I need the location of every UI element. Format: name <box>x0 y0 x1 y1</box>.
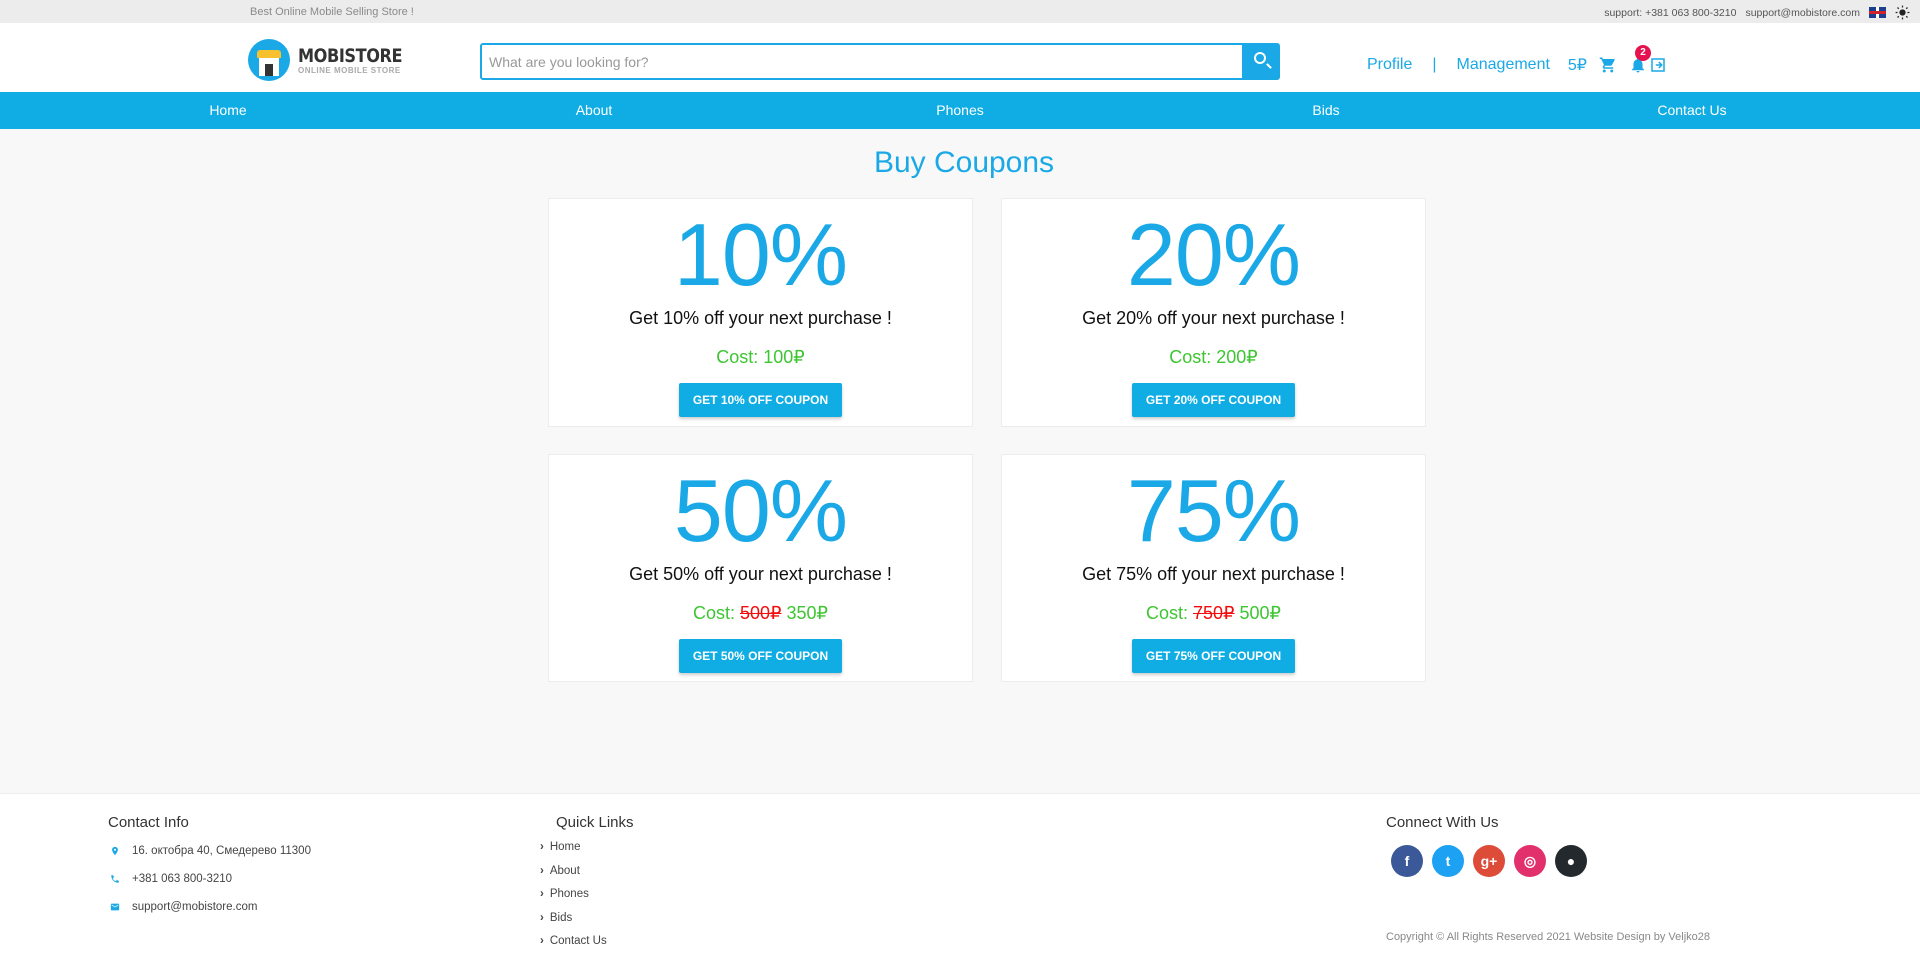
quick-links: Quick Links Home About Phones Bids Conta… <box>550 814 634 954</box>
github-icon[interactable]: ● <box>1555 845 1587 877</box>
coupon-description: Get 10% off your next purchase ! <box>629 308 892 328</box>
nav-contact-us[interactable]: Contact Us <box>1509 92 1875 129</box>
google-plus-icon[interactable]: g+ <box>1473 845 1505 877</box>
main-navbar: Home About Phones Bids Contact Us <box>0 92 1920 129</box>
email-icon <box>110 903 120 911</box>
footer-link-about[interactable]: About <box>540 860 634 884</box>
facebook-icon[interactable]: f <box>1391 845 1423 877</box>
logout-icon[interactable] <box>1649 56 1667 74</box>
coupon-description: Get 50% off your next purchase ! <box>629 564 892 584</box>
coupon-percent: 20% <box>1126 205 1301 304</box>
coupon-cost: Cost: 750₽ 500₽ <box>1145 603 1281 623</box>
notification-bell-icon[interactable]: 2 <box>1629 45 1651 74</box>
footer-link-home[interactable]: Home <box>540 836 634 860</box>
management-link[interactable]: Management <box>1457 56 1550 74</box>
coupon-card: 20% Get 20% off your next purchase ! Cos… <box>1001 198 1426 427</box>
coupon-percent: 50% <box>673 461 848 560</box>
tagline: Best Online Mobile Selling Store ! <box>250 6 414 18</box>
coupon-description: Get 75% off your next purchase ! <box>1082 564 1345 584</box>
coupon-card: 10% Get 10% off your next purchase ! Cos… <box>548 198 973 427</box>
quick-links-title: Quick Links <box>556 814 634 831</box>
footer-link-phones[interactable]: Phones <box>540 883 634 907</box>
twitter-icon[interactable]: t <box>1432 845 1464 877</box>
coupon-card: 75% Get 75% off your next purchase ! Cos… <box>1001 454 1426 682</box>
sun-theme-icon[interactable] <box>1895 5 1910 20</box>
coupon-card: 50% Get 50% off your next purchase ! Cos… <box>548 454 973 682</box>
nav-about[interactable]: About <box>411 92 777 129</box>
address: 16. октобра 40, Смедерево 11300 <box>132 845 311 857</box>
user-nav: Profile | Management 5₽ 2 <box>1367 45 1667 75</box>
coupon-price: 100₽ <box>763 347 805 367</box>
footer-link-bids[interactable]: Bids <box>540 907 634 931</box>
cart-icon[interactable] <box>1599 56 1617 74</box>
phone: +381 063 800-3210 <box>132 873 233 885</box>
logo-subtitle: ONLINE MOBILE STORE <box>298 65 401 75</box>
instagram-icon[interactable]: ◎ <box>1514 845 1546 877</box>
nav-phones[interactable]: Phones <box>777 92 1143 129</box>
coupon-old-price: 500₽ <box>740 603 782 623</box>
search-button[interactable] <box>1244 43 1280 80</box>
coupon-cost: Cost: 100₽ <box>716 347 805 367</box>
store-logo-icon <box>248 39 290 81</box>
balance: 5₽ <box>1567 57 1587 74</box>
coupon-cost: Cost: 500₽ 350₽ <box>692 603 828 623</box>
coupon-price: 350₽ <box>786 603 828 623</box>
buy-coupon-button[interactable]: GET 20% OFF COUPON <box>1131 383 1296 417</box>
coupon-percent: 10% <box>673 205 848 304</box>
site-logo[interactable]: MOBISTORE ONLINE MOBILE STORE <box>248 39 421 81</box>
footer: Contact Info 16. октобра 40, Смедерево 1… <box>0 793 1920 969</box>
contact-info: Contact Info 16. октобра 40, Смедерево 1… <box>108 814 311 913</box>
coupon-price: 500₽ <box>1239 603 1281 623</box>
page-title: Buy Coupons <box>873 146 1055 179</box>
nav-separator: | <box>1432 56 1437 73</box>
coupon-cost: Cost: 200₽ <box>1169 347 1258 367</box>
profile-link[interactable]: Profile <box>1367 56 1412 74</box>
coupon-description: Get 20% off your next purchase ! <box>1082 308 1345 328</box>
uk-flag-icon[interactable] <box>1869 7 1886 18</box>
social-links: f t g+ ◎ ● <box>1391 845 1587 877</box>
buy-coupon-button[interactable]: GET 50% OFF COUPON <box>678 639 843 673</box>
connect-with-us: Connect With Us f t g+ ◎ ● <box>1386 814 1587 877</box>
logo-name: MOBISTORE <box>298 44 403 67</box>
email[interactable]: support@mobistore.com <box>132 901 257 913</box>
phone-icon <box>111 875 119 883</box>
nav-bids[interactable]: Bids <box>1143 92 1509 129</box>
coupon-old-price: 750₽ <box>1193 603 1235 623</box>
coupon-percent: 75% <box>1126 461 1301 560</box>
footer-link-contact-us[interactable]: Contact Us <box>540 930 634 954</box>
contact-info-title: Contact Info <box>108 814 189 831</box>
connect-title: Connect With Us <box>1386 814 1499 831</box>
copyright: Copyright © All Rights Reserved 2021 Web… <box>1386 931 1711 943</box>
search-bar <box>480 43 1280 80</box>
header: MOBISTORE ONLINE MOBILE STORE Profile | … <box>0 23 1920 92</box>
support-email[interactable]: support@mobistore.com <box>1745 7 1860 19</box>
location-pin-icon <box>112 846 118 856</box>
search-icon <box>1254 52 1266 64</box>
search-input[interactable] <box>480 43 1244 80</box>
top-bar: Best Online Mobile Selling Store ! suppo… <box>0 0 1920 23</box>
buy-coupon-button[interactable]: GET 10% OFF COUPON <box>678 383 843 417</box>
nav-home[interactable]: Home <box>45 92 411 129</box>
support-phone: support: +381 063 800-3210 <box>1604 6 1737 19</box>
coupon-price: 200₽ <box>1216 347 1258 367</box>
buy-coupon-button[interactable]: GET 75% OFF COUPON <box>1131 639 1296 673</box>
